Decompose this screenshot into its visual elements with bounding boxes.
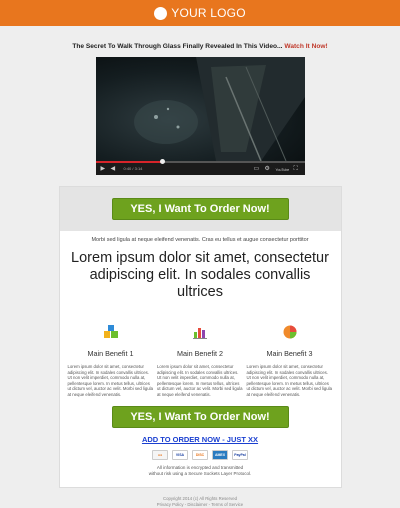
video-scrubber-handle[interactable] (160, 159, 166, 164)
logo-circle-icon (154, 6, 168, 20)
visa-icon: VISA (172, 449, 188, 460)
privacy-policy-link[interactable]: Privacy Policy (157, 502, 184, 507)
benefit-text: Lorem ipsum dolor sit amet, consectetur … (67, 364, 154, 397)
benefit-text: Lorem ipsum dolor sit amet, consectetur … (157, 364, 243, 397)
pie-chart-icon (283, 325, 297, 339)
volume-icon[interactable]: ◀ (111, 165, 116, 173)
benefit-text: Lorem ipsum dolor sit amet, consectetur … (246, 364, 333, 397)
footer: Copyright 2014 (c) All Rights Reserved P… (0, 496, 400, 508)
logo-text: YOUR LOGO (171, 6, 246, 20)
settings-gear-icon[interactable]: ⚙ (265, 165, 270, 173)
video-progress-track[interactable] (95, 159, 305, 164)
fullscreen-icon[interactable]: ⛶ (294, 165, 298, 173)
play-icon[interactable]: ▶ (101, 165, 106, 173)
video-player[interactable]: ▶ ◀ 0:40 / 3:14 ▭ ⚙ YouTube ⛶ (95, 57, 305, 175)
intro-subline: Morbi sed ligula at neque eleifend venen… (91, 237, 309, 243)
video-time: 0:40 / 3:14 (123, 166, 143, 171)
sales-panel: YES, I Want To Order Now! Morbi sed ligu… (58, 186, 342, 488)
benefit-title: Main Benefit 3 (266, 349, 313, 358)
video-headline: The Secret To Walk Through Glass Finally… (0, 42, 400, 51)
headline-cta: Watch It Now! (284, 43, 328, 50)
video-controls: ▶ ◀ 0:40 / 3:14 ▭ ⚙ YouTube ⛶ (95, 159, 305, 175)
benefit-title: Main Benefit 1 (87, 349, 134, 358)
add-to-order-link[interactable]: ADD TO ORDER NOW - JUST XX (60, 435, 341, 444)
benefit-1: Main Benefit 1 Lorem ipsum dolor sit ame… (68, 325, 154, 398)
top-cta-area: YES, I Want To Order Now! (59, 187, 341, 231)
video-frame[interactable] (95, 57, 305, 162)
captions-icon[interactable]: ▭ (254, 165, 260, 173)
benefit-2: Main Benefit 2 Lorem ipsum dolor sit ame… (157, 325, 243, 398)
bar-chart-icon (193, 325, 207, 339)
youtube-logo[interactable]: YouTube (276, 166, 290, 174)
amex-icon: AMEX (212, 449, 228, 460)
terms-link[interactable]: Terms of Service (211, 502, 243, 507)
header-bar: YOUR LOGO (0, 0, 400, 26)
paypal-icon: PayPal (232, 449, 248, 460)
intro-headline: Lorem ipsum dolor sit amet, consectetur … (71, 250, 329, 300)
benefit-title: Main Benefit 2 (177, 349, 223, 358)
mastercard-icon: ●● (152, 449, 168, 460)
blocks-icon (103, 325, 118, 339)
video-progress-fill (95, 161, 163, 163)
benefits-row: Main Benefit 1 Lorem ipsum dolor sit ame… (68, 325, 333, 398)
video-scene-graphic (133, 57, 305, 162)
payment-cards: ●● VISA DISC AMEX PayPal (60, 449, 341, 460)
discover-icon: DISC (192, 449, 208, 460)
benefit-3: Main Benefit 3 Lorem ipsum dolor sit ame… (247, 325, 333, 398)
bottom-cta-area: YES, I Want To Order Now! (60, 405, 341, 428)
secure-line-2: without risk using a Secure Sockets Laye… (148, 470, 252, 476)
disclaimer-link[interactable]: Disclaimer (187, 502, 207, 507)
headline-text: The Secret To Walk Through Glass Finally… (72, 43, 285, 50)
order-now-button-top[interactable]: YES, I Want To Order Now! (111, 198, 289, 220)
order-now-button-bottom[interactable]: YES, I Want To Order Now! (111, 405, 289, 428)
secure-notice: All information is encrypted and transmi… (60, 465, 341, 477)
